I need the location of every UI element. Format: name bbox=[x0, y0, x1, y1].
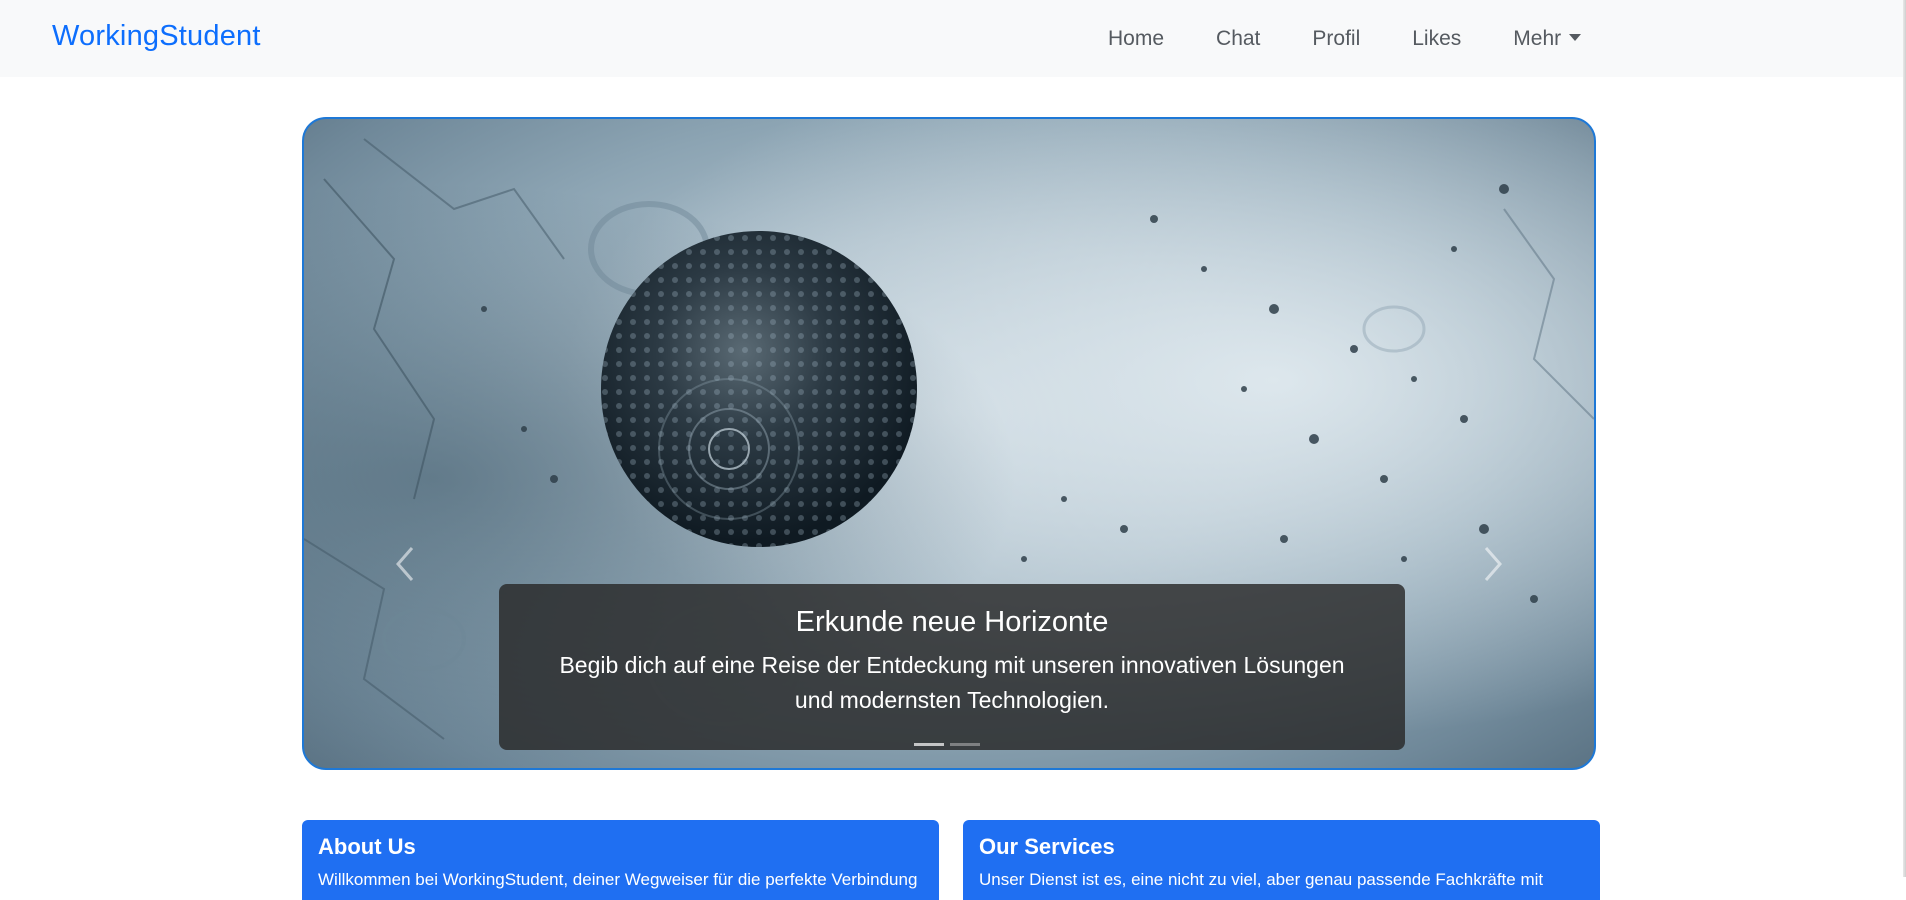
chevron-left-icon bbox=[396, 547, 414, 581]
caret-down-icon bbox=[1569, 33, 1582, 41]
navbar: WorkingStudent Home Chat Profil Likes Me… bbox=[0, 0, 1906, 77]
our-services-title: Our Services bbox=[979, 834, 1115, 859]
carousel-caption: Erkunde neue Horizonte Begib dich auf ei… bbox=[499, 584, 1405, 750]
caption-title: Erkunde neue Horizonte bbox=[795, 606, 1109, 638]
nav-links: Home Chat Profil Likes Mehr bbox=[1108, 23, 1582, 55]
page: WorkingStudent Home Chat Profil Likes Me… bbox=[0, 0, 1906, 900]
nav-home[interactable]: Home bbox=[1108, 27, 1164, 51]
nav-likes[interactable]: Likes bbox=[1412, 27, 1461, 51]
nav-profil[interactable]: Profil bbox=[1312, 27, 1360, 51]
carousel-next-button[interactable] bbox=[1454, 519, 1534, 609]
nav-chat[interactable]: Chat bbox=[1216, 27, 1260, 51]
chevron-right-icon bbox=[1484, 547, 1502, 581]
caption-text: Begib dich auf eine Reise der Entdeckung… bbox=[559, 652, 1345, 713]
about-us-card: About Us Willkommen bei WorkingStudent, … bbox=[302, 820, 939, 900]
our-services-text: Unser Dienst ist es, eine nicht zu viel,… bbox=[979, 870, 1544, 889]
our-services-card: Our Services Unser Dienst ist es, eine n… bbox=[963, 820, 1600, 900]
about-us-text: Willkommen bei WorkingStudent, deiner We… bbox=[318, 870, 918, 889]
about-us-title: About Us bbox=[318, 834, 416, 859]
brand-link[interactable]: WorkingStudent bbox=[52, 20, 261, 53]
carousel-indicators bbox=[914, 743, 980, 746]
carousel-prev-button[interactable] bbox=[364, 519, 444, 609]
nav-more-dropdown[interactable]: Mehr bbox=[1513, 27, 1582, 51]
nav-more-label: Mehr bbox=[1513, 27, 1562, 50]
hero-carousel: Erkunde neue Horizonte Begib dich auf ei… bbox=[302, 117, 1596, 770]
carousel-indicator-1[interactable] bbox=[914, 743, 944, 746]
carousel-indicator-2[interactable] bbox=[950, 743, 980, 746]
